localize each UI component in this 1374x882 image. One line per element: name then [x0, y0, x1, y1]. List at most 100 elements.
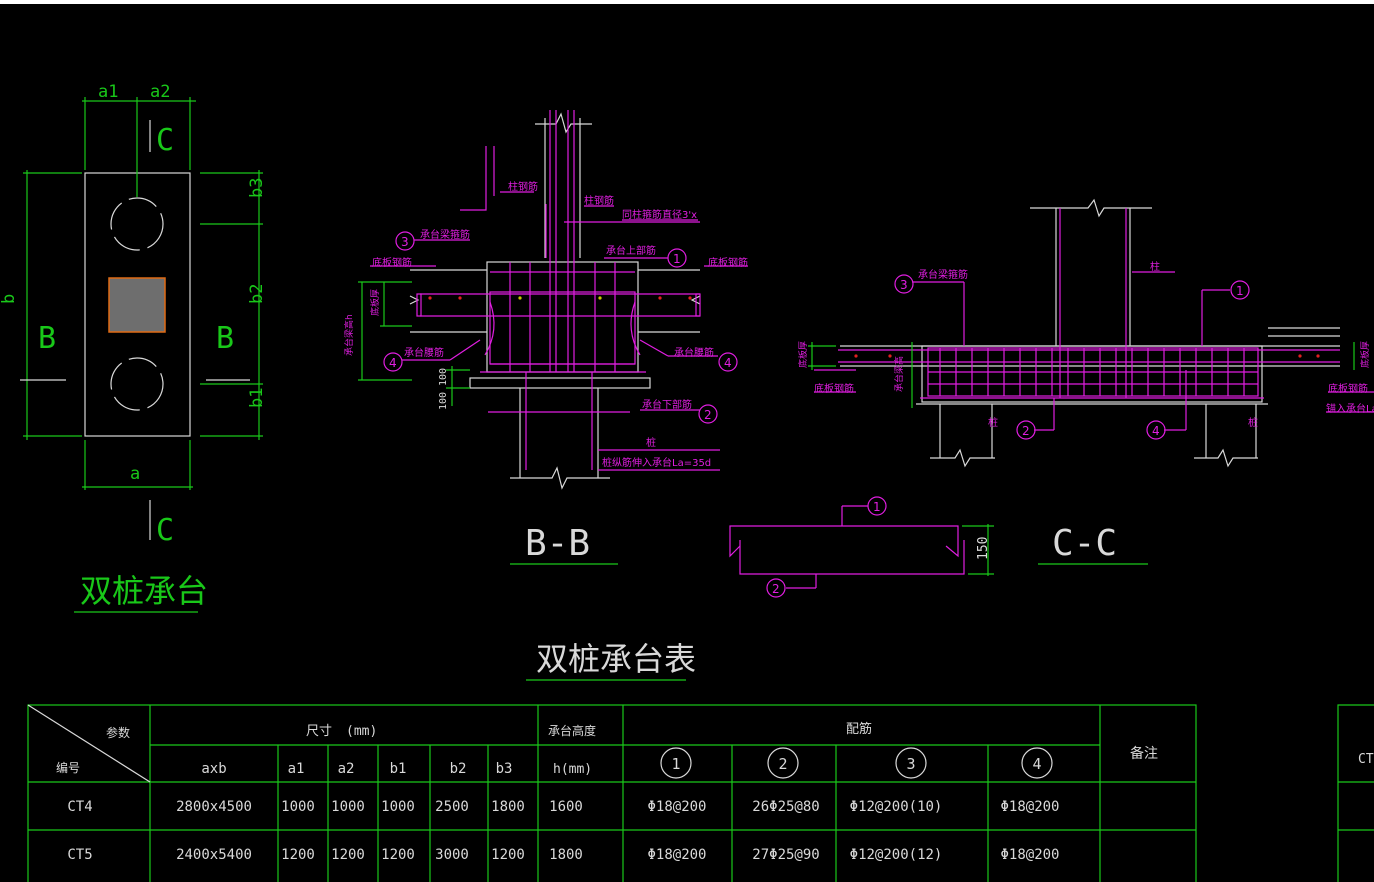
- table-cell-r3: Φ12@200(12): [850, 847, 943, 863]
- table-title: 双桩承台表: [536, 640, 696, 678]
- pile-circle-bottom: [110, 357, 164, 411]
- detail-marker-2: 2: [772, 582, 780, 596]
- bb-label-slab-thk: 底板厚: [369, 289, 381, 316]
- partial-table-text: CT: [1358, 752, 1374, 767]
- bb-dim-100a: 100: [438, 368, 449, 386]
- bb-label-stirrup: 同柱箍筋直径3'x: [622, 208, 697, 221]
- table-cell-r3: Φ12@200(10): [850, 799, 943, 815]
- bb-label-side-bar-right: 承台腰筋: [674, 346, 714, 359]
- section-b-b: 柱钢筋 柱钢筋 同柱箍筋直径3'x 承台梁箍筋 承台上部筋 底板钢筋 底板钢筋 …: [343, 110, 748, 565]
- table-cell-no: CT4: [67, 799, 92, 815]
- cc-marker-2: 2: [1022, 424, 1030, 438]
- bb-dim-100b: 100: [438, 392, 449, 410]
- section-mark-B-left: B: [38, 321, 56, 356]
- section-mark-B-right: B: [216, 321, 234, 356]
- table-cell-r2: 26Φ25@80: [752, 799, 819, 815]
- section-c-c: 柱 承台梁箍筋 底板钢筋 底板钢筋 锚入承台La 底板厚 底板厚 承台梁高 桩 …: [797, 198, 1374, 565]
- bb-label-bottom-slab-right: 底板钢筋: [708, 256, 748, 269]
- cc-title: C-C: [1052, 523, 1117, 564]
- table-cell-r1: Φ18@200: [647, 847, 706, 863]
- bb-marker-1: 1: [673, 252, 681, 266]
- table-cell-b3: 1800: [491, 799, 525, 815]
- bb-label-side-bar-left: 承台腰筋: [404, 346, 444, 359]
- bb-label-bottom-bar: 承台下部筋: [642, 398, 692, 411]
- cc-label-bottom-slab-left: 底板钢筋: [814, 382, 854, 395]
- table-cell-a1: 1000: [281, 799, 315, 815]
- pile-cap-plan: a1 a2 a b b3 b2 b1 B B C C 双桩承台: [0, 82, 267, 613]
- table-header-size-unit: (mm): [346, 724, 377, 739]
- table-cell-no: CT5: [67, 847, 92, 863]
- table-cell-b1: 1200: [381, 847, 415, 863]
- dim-b3-label: b3: [247, 178, 267, 198]
- table-header-param: 参数: [106, 725, 130, 740]
- bb-label-column-bar2: 柱钢筋: [584, 194, 614, 207]
- table-rebar-marker-1: 1: [671, 755, 680, 773]
- plan-title: 双桩承台: [80, 572, 208, 610]
- bb-label-anchor: 桩纵筋伸入承台La=35d: [602, 456, 711, 469]
- table-cell-h: 1600: [549, 799, 583, 815]
- table-cell-r1: Φ18@200: [647, 799, 706, 815]
- section-mark-C-top: C: [156, 123, 174, 158]
- dim-a1-label: a1: [98, 82, 118, 102]
- bb-label-bottom-slab-left: 底板钢筋: [372, 256, 412, 269]
- cc-label-beam-bar: 承台梁箍筋: [918, 268, 968, 281]
- detail-dim-150: 150: [976, 537, 991, 560]
- dim-a-label: a: [130, 464, 140, 484]
- cc-marker-1: 1: [1236, 284, 1244, 298]
- cc-label-column: 柱: [1150, 260, 1160, 273]
- detail-marker-1: 1: [873, 500, 881, 514]
- cad-drawing-canvas[interactable]: a1 a2 a b b3 b2 b1 B B C C 双桩承台 柱钢筋 柱钢筋 …: [0, 4, 1374, 882]
- table-cell-h: 1800: [549, 847, 583, 863]
- cc-marker-4: 4: [1152, 424, 1160, 438]
- table-header-height-unit: h(mm): [553, 762, 592, 777]
- table-cell-r4: Φ18@200: [1000, 799, 1059, 815]
- cc-label-pile-left: 桩: [988, 416, 998, 429]
- table-header-size: 尺寸: [306, 724, 332, 739]
- cc-marker-3: 3: [900, 278, 908, 292]
- table-subheader-b1: b1: [390, 761, 407, 777]
- table-header-note: 备注: [1130, 745, 1158, 762]
- section-mark-C-bottom: C: [156, 513, 174, 548]
- bb-label-pile: 桩: [646, 436, 656, 449]
- dim-b1-label: b1: [247, 388, 267, 408]
- table-cell-b2: 3000: [435, 847, 469, 863]
- bb-title: B-B: [525, 523, 590, 564]
- cc-label-beam-h: 承台梁高: [893, 356, 905, 392]
- bb-label-beam-bar: 承台梁箍筋: [420, 228, 470, 241]
- dim-b2-label: b2: [247, 284, 267, 304]
- bb-marker-4b: 4: [724, 356, 732, 370]
- table-header-no: 编号: [56, 760, 80, 775]
- table-rebar-marker-3: 3: [906, 755, 915, 773]
- table-subheader-axb: axb: [201, 761, 226, 777]
- table-rebar-marker-2: 2: [778, 755, 787, 773]
- pile-circle-top: [110, 197, 164, 251]
- cc-label-pile-right: 桩: [1248, 416, 1258, 429]
- table-cell-r4: Φ18@200: [1000, 847, 1059, 863]
- table-rebar-marker-4: 4: [1032, 755, 1041, 773]
- bb-marker-4: 4: [389, 356, 397, 370]
- table-subheader-b2: b2: [450, 761, 467, 777]
- bb-marker-3: 3: [401, 235, 409, 249]
- table-cell-b3: 1200: [491, 847, 525, 863]
- table-row: CT4 2800x4500 1000 1000 1000 2500 1800 1600 Φ18@…: [67, 799, 1059, 815]
- cc-label-slab-thk-left: 底板厚: [797, 341, 809, 368]
- table-cell-axb: 2400x5400: [176, 847, 252, 863]
- table-subheader-a1: a1: [288, 761, 305, 777]
- dim-a2-label: a2: [150, 82, 170, 102]
- column-square: [108, 277, 166, 333]
- table-header-rebar: 配筋: [846, 721, 872, 737]
- table-subheader-b3: b3: [496, 761, 513, 777]
- rebar-detail: 1 2 150: [729, 496, 994, 598]
- pile-cap-table: 双桩承台表 参数 编号 尺寸 (mm) 承台高度 h(mm) 配筋 备注 axb…: [27, 640, 1374, 882]
- table-cell-r2: 27Φ25@90: [752, 847, 819, 863]
- table-row: CT5 2400x5400 1200 1200 1200 3000 1200 1800 Φ18@…: [67, 847, 1059, 863]
- cc-label-bottom-slab-right: 底板钢筋: [1328, 382, 1368, 395]
- table-header-height: 承台高度: [548, 723, 596, 738]
- cc-label-slab-thk-right: 底板厚: [1359, 341, 1371, 368]
- table-cell-b1: 1000: [381, 799, 415, 815]
- dim-b-label: b: [0, 294, 19, 304]
- table-cell-a2: 1200: [331, 847, 365, 863]
- bb-label-top-bar: 承台上部筋: [606, 244, 656, 257]
- table-subheader-a2: a2: [338, 761, 355, 777]
- table-cell-axb: 2800x4500: [176, 799, 252, 815]
